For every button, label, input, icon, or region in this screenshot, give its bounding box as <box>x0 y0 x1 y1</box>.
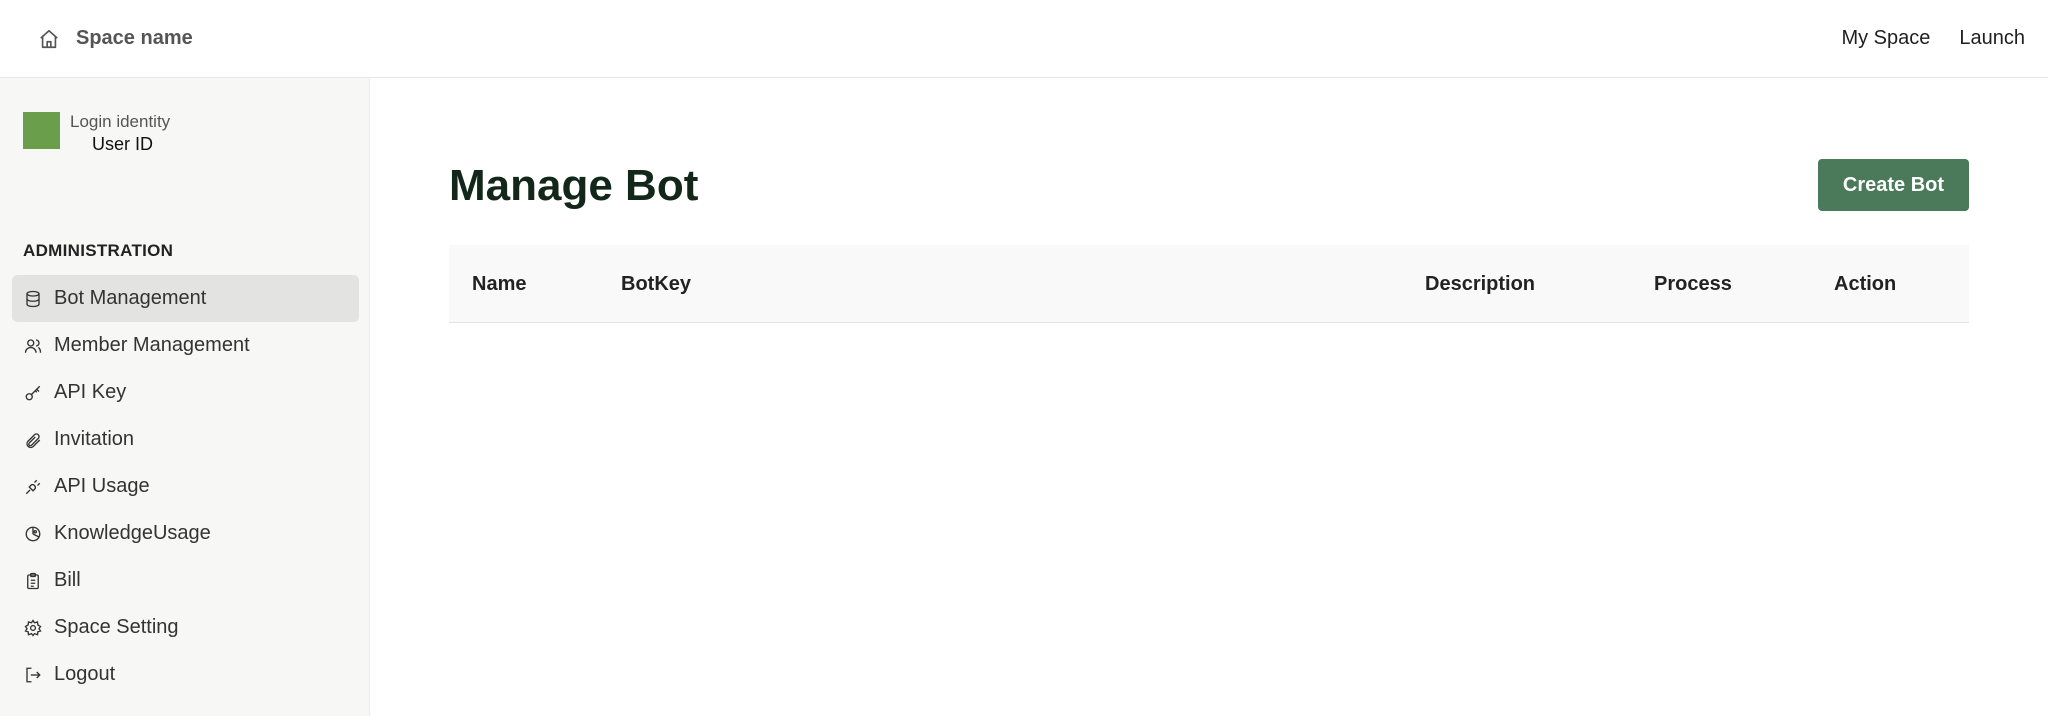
top-nav: My Space Launch <box>1841 27 2025 50</box>
top-bar: Space name My Space Launch <box>0 0 2048 78</box>
create-bot-button[interactable]: Create Bot <box>1818 159 1969 211</box>
column-header-botkey[interactable]: BotKey <box>621 245 691 323</box>
sidebar-item-label: Logout <box>54 663 116 685</box>
home-icon[interactable] <box>38 28 60 50</box>
sidebar-item-label: API Usage <box>54 475 150 497</box>
sidebar-item-knowledge-usage[interactable]: KnowledgeUsage <box>12 510 359 557</box>
bot-table-header: Name BotKey Description Process Action <box>449 245 1969 323</box>
gear-icon <box>23 618 43 638</box>
plug-icon <box>23 477 43 497</box>
sidebar-item-label: Member Management <box>54 334 250 356</box>
main-content: Manage Bot Create Bot Name BotKey Descri… <box>370 78 2048 716</box>
sidebar-item-label: KnowledgeUsage <box>54 522 211 544</box>
sidebar-item-label: Bill <box>54 569 81 591</box>
sidebar-item-api-key[interactable]: API Key <box>12 369 359 416</box>
key-icon <box>23 383 43 403</box>
sidebar-menu: Bot Management Member Management API Key <box>12 275 359 698</box>
sidebar-item-bot-management[interactable]: Bot Management <box>12 275 359 322</box>
user-identity: Login identity User ID <box>23 112 170 156</box>
brand[interactable]: Space name <box>38 27 193 50</box>
avatar <box>23 112 60 149</box>
section-title-administration: ADMINISTRATION <box>23 241 174 260</box>
column-header-description[interactable]: Description <box>1425 245 1535 323</box>
sidebar-item-invitation[interactable]: Invitation <box>12 416 359 463</box>
column-header-action[interactable]: Action <box>1834 245 1896 323</box>
sidebar-item-logout[interactable]: Logout <box>12 651 359 698</box>
my-space-link[interactable]: My Space <box>1841 27 1930 50</box>
database-icon <box>23 289 43 309</box>
chart-pie-icon <box>23 524 43 544</box>
column-header-process[interactable]: Process <box>1654 245 1732 323</box>
sidebar-item-space-setting[interactable]: Space Setting <box>12 604 359 651</box>
page-title: Manage Bot <box>449 161 699 210</box>
sidebar-item-member-management[interactable]: Member Management <box>12 322 359 369</box>
sidebar-item-label: Bot Management <box>54 287 207 309</box>
sidebar: Login identity User ID ADMINISTRATION Bo… <box>0 78 370 716</box>
clipboard-icon <box>23 571 43 591</box>
user-id: User ID <box>92 134 154 154</box>
login-identity-label: Login identity <box>70 112 171 131</box>
sidebar-item-label: API Key <box>54 381 127 403</box>
launch-link[interactable]: Launch <box>1959 27 2025 50</box>
sidebar-item-api-usage[interactable]: API Usage <box>12 463 359 510</box>
sidebar-item-bill[interactable]: Bill <box>12 557 359 604</box>
logout-icon <box>23 665 43 685</box>
sidebar-item-label: Space Setting <box>54 616 179 638</box>
paperclip-icon <box>23 430 43 450</box>
column-header-name[interactable]: Name <box>472 245 526 323</box>
sidebar-item-label: Invitation <box>54 428 135 450</box>
users-icon <box>23 336 43 356</box>
space-name[interactable]: Space name <box>76 27 193 50</box>
